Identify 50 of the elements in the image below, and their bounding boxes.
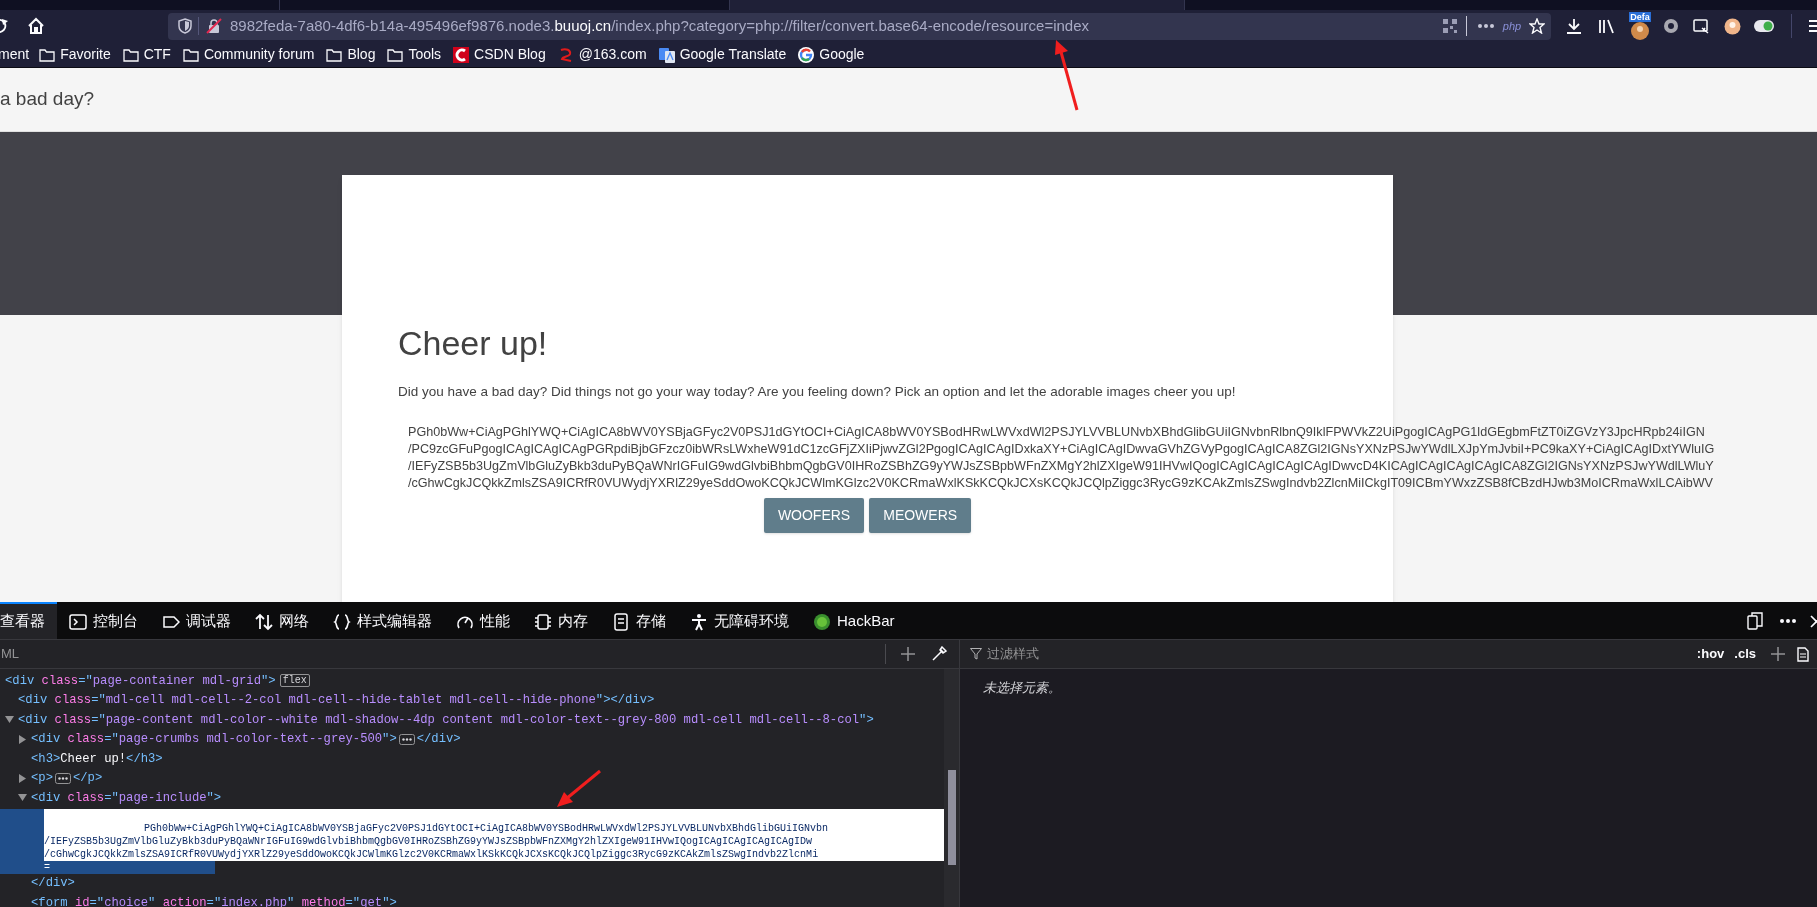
devtools-tab[interactable]: 网络 [243,602,321,639]
url-bar[interactable]: 8982feda-7a80-4df6-b14a-495496ef9876.node3.buuoj.cn/index.php?category=php://filter/convert.base64-encode/resource=index php [168,12,1552,40]
devtools-tab[interactable]: 无障碍环境 [678,602,801,639]
markup-line[interactable]: <div class="page-container mdl-grid"> [5,671,276,690]
markup-line[interactable]: <div class="page-content mdl-color--white mdl-shadow--4dp content mdl-color-text--grey-800 mdl-cell mdl-cell--8-col"> [18,710,874,729]
bookmark[interactable]: Blog [324,44,378,65]
devtools-tab[interactable]: 存储 [600,602,678,639]
card-paragraph: Did you have a bad day? Did things not go your way today? Are you feeling down? Pick an option and let the adorable images cheer you up! [398,383,1237,401]
bookmark[interactable]: Community forum [180,44,317,65]
devtools-tab[interactable]: HackBar [801,602,907,639]
markup-line[interactable]: <h3>Cheer up!</h3> [31,749,163,768]
bookmark[interactable]: CSDN Blog [451,44,548,65]
devtools-tab[interactable]: 性能 [444,602,522,639]
devtools-tab[interactable]: 查看器 [0,602,57,639]
filter-styles-field[interactable]: 过滤样式 [987,644,1687,664]
markup-line[interactable]: <div class="page-include"> [31,788,222,807]
rule-toggle-button[interactable]: :hov [1696,644,1725,664]
bookmark[interactable]: Tools [385,44,444,65]
devtools-tab[interactable]: 调试器 [150,602,243,639]
selected-text-node[interactable]: PGh0bWw+CiAgPGhlYWQ+CiAgICA8bWV0YSBjaGFyc2V0PSJ1dGYtOCI+CiAgICA8bWV0YSBodHRwLWVxdWl2PSJYLVVBLUNvbXBhdGlibGUiIGNvbn [144,821,829,835]
extension-badge: Defa [1629,12,1651,22]
markup-line[interactable]: <p> </p> [31,769,103,788]
empty-message: 未选择元素。 [983,679,1062,697]
php-extension-button[interactable]: php [1502,17,1522,35]
bookmark[interactable]: Google Translate [656,44,789,65]
bookmark[interactable]: @163.com [555,44,649,65]
bookmark[interactable]: Google [796,44,867,65]
markup-line[interactable]: <div class="mdl-cell mdl-cell--2-col mdl-cell--hide-tablet mdl-cell--hide-phone"></div> [18,691,655,710]
url-text[interactable]: 8982feda-7a80-4df6-b14a-495496ef9876.node3.buuoj.cn/index.php?category=php://filter/convert.base64-encode/resource=index [230,14,1089,38]
encoded-text-line: /cGhwCgkJCQkkZmlsZSA9ICRfR0VUWydjYXRlZ29yeSddOwoKCQkJCWlmKGlzc2V0KCRmaWxlKSkKCQkJCXsKCQkJCQlpZiggc3RycG9zKCAkZmlsZSwgIndvb2ZlcnMiICkgIT09ICBmYWxzZSB8fCBzdHJwb3MoICRmaWxlLCAibWV [408,475,1713,493]
filter-bar[interactable]: 过滤样式 :hov .cls [960,640,1817,669]
devtools-tab[interactable]: 样式编辑器 [321,602,444,639]
devtools-tab[interactable]: 内存 [522,602,600,639]
encoded-text-line: /IEFyZSB5b3UgZmVlbGluZyBkb3duPyBQaWNrIGFuIG9wdGlvbiBhbmQgbGV0IHRoZSBhZG9yYWJsZSBpbWFnZXMgY2hlZXIgeW91IHVwIQogICAgICAgICAgICAgIDwvcD4KICAgICAgICAgICAgICA8ZGl2IGNsYXNzPSJwYWdlLWluY [408,458,1714,476]
bookmark[interactable]: Favorite [37,44,113,65]
selected-text-node[interactable]: /cGhwCgkJCQkkZmlsZSA9ICRfR0VUWydjYXRlZ29yeSddOwoKCQkJCWlmKGlzc2V0KCRmaWxlKSkKCQkJCXsKCQkJCQlpZiggc3RycG9zKCAkZmlsZSwgIndvb2ZlcnMi [44,847,819,861]
rule-toggle-button[interactable]: .cls [1734,644,1756,664]
choice-button[interactable]: MEOWERS [869,498,972,534]
markup-line[interactable]: <div class="page-crumbs mdl-color-text--grey-500"> </div> [31,730,461,749]
devtools-tab[interactable]: 控制台 [57,602,150,639]
markup-line[interactable]: </div> [31,874,75,893]
flex-badge[interactable]: flex [279,674,310,688]
selected-text-node[interactable]: /IEFyZSB5b3UgZmVlbGluZyBkb3duPyBQaWNrIGFuIG9wdGlvbiBhbmQgbGV0IHRoZSBhZG9yYWJsZSBpbWFnZXMgY2hlZXIgeW91IHVwIQogICAgICAgICAgICAgIDw [44,834,813,848]
encoded-text-line: PGh0bWw+CiAgPGhlYWQ+CiAgICA8bWV0YSBjaGFyc2V0PSJ1dGYtOCI+CiAgICA8bWV0YSBodHRwLWVxdWl2PSJYLVVBLUNvbXBhdGlibGUiIGNvbnRlbnQ9IklFPWVkZ2UiPgogICAgPG1ldGEgbmFtZT0iZGVzY3JpcHRpb24iIGN [408,424,1705,442]
card-title: Cheer up! [398,323,549,363]
markup-search-field[interactable]: ML [1,644,885,664]
bookmark[interactable]: CTF [120,44,173,65]
choice-button[interactable]: WOOFERS [763,498,865,534]
encoded-text-line: /PC9zcGFuPgogICAgICAgICAgPGRpdiBjbGFzcz0ibWRsLWxheW91dC1zcGFjZXIiPjwvZGl2PgogICAgICAgIDxkaXY+CiAgICAgIDwvaGVhZGVyPgogICAgICA8ZGl2IGNsYXNzPSJwYWdlLXJpYmJvbiI+PC9kaXY+CiAgICAgIDxtYWluIG [408,441,1715,459]
header-text: a bad day? [0,87,95,112]
